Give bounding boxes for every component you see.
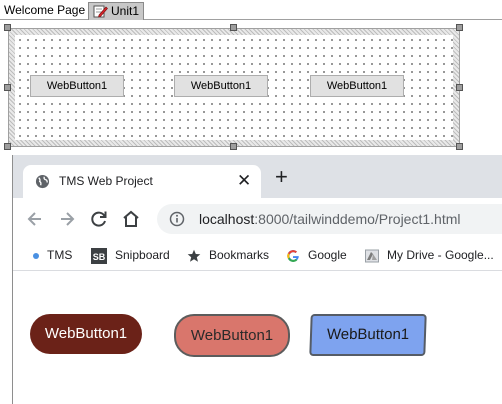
bookmark-my-drive-label: My Drive - Google...	[387, 248, 494, 262]
google-icon	[287, 249, 299, 262]
browser-tab-strip: TMS Web Project ✕ +	[13, 155, 502, 198]
page-content: WebButton1 WebButton1 WebButton1	[13, 272, 502, 404]
tab-welcome-page[interactable]: Welcome Page	[4, 2, 85, 20]
reload-icon[interactable]	[89, 209, 109, 229]
browser-window: TMS Web Project ✕ + localhost:8000/tailw…	[12, 155, 502, 404]
resize-handle-middle-right[interactable]	[456, 84, 463, 91]
ide-tab-bar: Welcome Page Unit1	[0, 0, 502, 20]
home-icon[interactable]	[121, 209, 141, 229]
back-icon[interactable]	[25, 209, 45, 229]
resize-handle-bottom-left[interactable]	[4, 143, 11, 150]
bookmark-google[interactable]: Google	[286, 247, 347, 263]
dot-icon	[33, 252, 39, 259]
url-host: localhost	[199, 211, 255, 227]
tab-unit1-label: Unit1	[111, 4, 140, 18]
edit-form-icon	[93, 5, 108, 18]
webbutton-dark-red[interactable]: WebButton1	[30, 314, 142, 354]
url-text[interactable]: localhost:8000/tailwinddemo/Project1.htm…	[199, 211, 461, 227]
bookmark-tms[interactable]: TMS	[33, 247, 72, 263]
design-webbutton-1[interactable]: WebButton1	[30, 75, 124, 97]
close-icon[interactable]: ✕	[237, 171, 251, 191]
webbutton-blue[interactable]: WebButton1	[309, 314, 427, 356]
new-tab-icon[interactable]: +	[275, 166, 288, 188]
bookmark-tms-label: TMS	[47, 248, 73, 262]
star-icon	[187, 249, 201, 262]
tab-unit1[interactable]: Unit1	[88, 2, 144, 20]
browser-tab[interactable]: TMS Web Project ✕	[23, 165, 261, 198]
sb-logo-icon: SB	[91, 247, 107, 264]
address-bar[interactable]: localhost:8000/tailwinddemo/Project1.htm…	[157, 204, 502, 234]
forward-icon[interactable]	[57, 209, 77, 229]
browser-toolbar: localhost:8000/tailwinddemo/Project1.htm…	[13, 198, 502, 241]
bookmark-snipboard[interactable]: SB Snipboard	[91, 247, 170, 264]
resize-handle-top-center[interactable]	[230, 24, 237, 31]
resize-handle-middle-left[interactable]	[4, 84, 11, 91]
resize-handle-bottom-center[interactable]	[230, 143, 237, 150]
drive-icon	[365, 249, 379, 263]
bookmark-snipboard-label: Snipboard	[115, 248, 170, 262]
info-icon[interactable]	[169, 211, 185, 227]
browser-tab-title: TMS Web Project	[59, 174, 153, 188]
designer-form[interactable]: WebButton1 WebButton1 WebButton1	[8, 28, 460, 147]
resize-handle-top-right[interactable]	[456, 24, 463, 31]
bookmark-bookmarks[interactable]: Bookmarks	[187, 247, 269, 263]
bookmarks-bar: TMS SB Snipboard Bookmarks Google My Dri…	[13, 241, 502, 271]
design-webbutton-2[interactable]: WebButton1	[174, 75, 268, 97]
globe-icon	[35, 174, 50, 189]
bookmark-bookmarks-label: Bookmarks	[209, 248, 270, 262]
bookmark-google-label: Google	[308, 248, 347, 262]
ide-designer: Welcome Page Unit1 WebButton1 WebButton1…	[0, 0, 502, 160]
tab-welcome-page-label: Welcome Page	[4, 3, 86, 17]
svg-text:SB: SB	[93, 252, 106, 262]
webbutton-salmon[interactable]: WebButton1	[174, 314, 290, 357]
resize-handle-bottom-right[interactable]	[456, 143, 463, 150]
url-path: :8000/tailwinddemo/Project1.html	[254, 211, 461, 227]
resize-handle-top-left[interactable]	[4, 24, 11, 31]
bookmark-my-drive[interactable]: My Drive - Google...	[365, 247, 494, 263]
design-webbutton-3[interactable]: WebButton1	[310, 75, 404, 97]
